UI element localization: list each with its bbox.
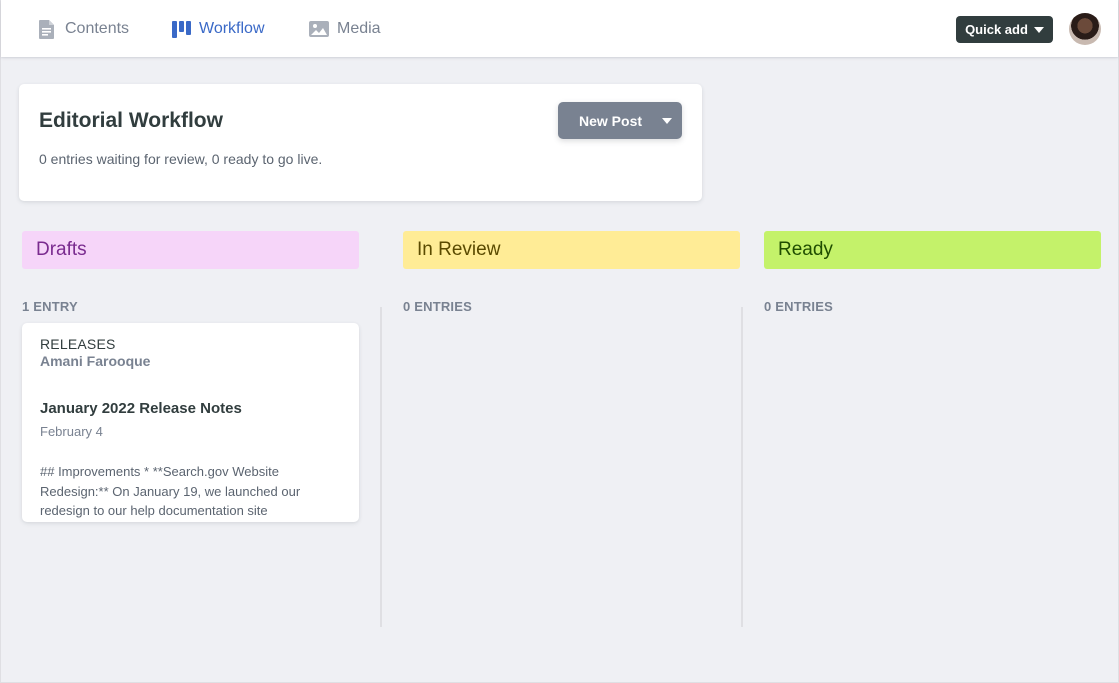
entry-card[interactable]: RELEASES Amani Farooque January 2022 Rel… <box>22 323 359 522</box>
workflow-summary: 0 entries waiting for review, 0 ready to… <box>39 151 323 167</box>
nav-contents-label: Contents <box>65 20 130 37</box>
column-count-ready: 0 ENTRIES <box>764 299 833 314</box>
entry-collection: RELEASES <box>40 336 116 352</box>
chevron-down-icon[interactable] <box>662 118 672 124</box>
column-title: Drafts <box>36 239 87 260</box>
entry-title: January 2022 Release Notes <box>40 400 242 417</box>
nav-workflow[interactable]: Workflow <box>171 17 265 41</box>
new-post-label: New Post <box>579 113 643 129</box>
column-count-drafts: 1 ENTRY <box>22 299 78 314</box>
workflow-header-card: Editorial Workflow 0 entries waiting for… <box>19 84 702 201</box>
column-divider <box>741 307 743 627</box>
column-header-drafts: Drafts <box>22 231 359 269</box>
entry-author: Amani Farooque <box>40 353 151 369</box>
kanban-icon <box>171 19 191 39</box>
new-post-button[interactable]: New Post <box>558 102 682 139</box>
page-title: Editorial Workflow <box>39 109 223 132</box>
chevron-down-icon <box>1033 26 1044 33</box>
column-count-in-review: 0 ENTRIES <box>403 299 472 314</box>
quick-add-label: Quick add <box>965 22 1028 37</box>
document-icon <box>37 19 57 39</box>
quick-add-button[interactable]: Quick add <box>956 16 1053 43</box>
entry-date: February 4 <box>40 424 103 439</box>
entry-excerpt: ## Improvements * **Search.gov Website R… <box>40 464 301 518</box>
nav-media[interactable]: Media <box>309 17 381 41</box>
nav-workflow-label: Workflow <box>199 20 265 37</box>
column-header-ready: Ready <box>764 231 1101 269</box>
avatar[interactable] <box>1069 13 1101 45</box>
column-title: Ready <box>778 239 833 260</box>
column-title: In Review <box>417 239 501 260</box>
nav-media-label: Media <box>337 20 381 37</box>
top-bar: Contents Workflow Media Quick add <box>1 0 1118 57</box>
image-icon <box>309 19 329 39</box>
column-header-in-review: In Review <box>403 231 740 269</box>
nav-contents[interactable]: Contents <box>37 17 129 41</box>
column-divider <box>380 307 382 627</box>
